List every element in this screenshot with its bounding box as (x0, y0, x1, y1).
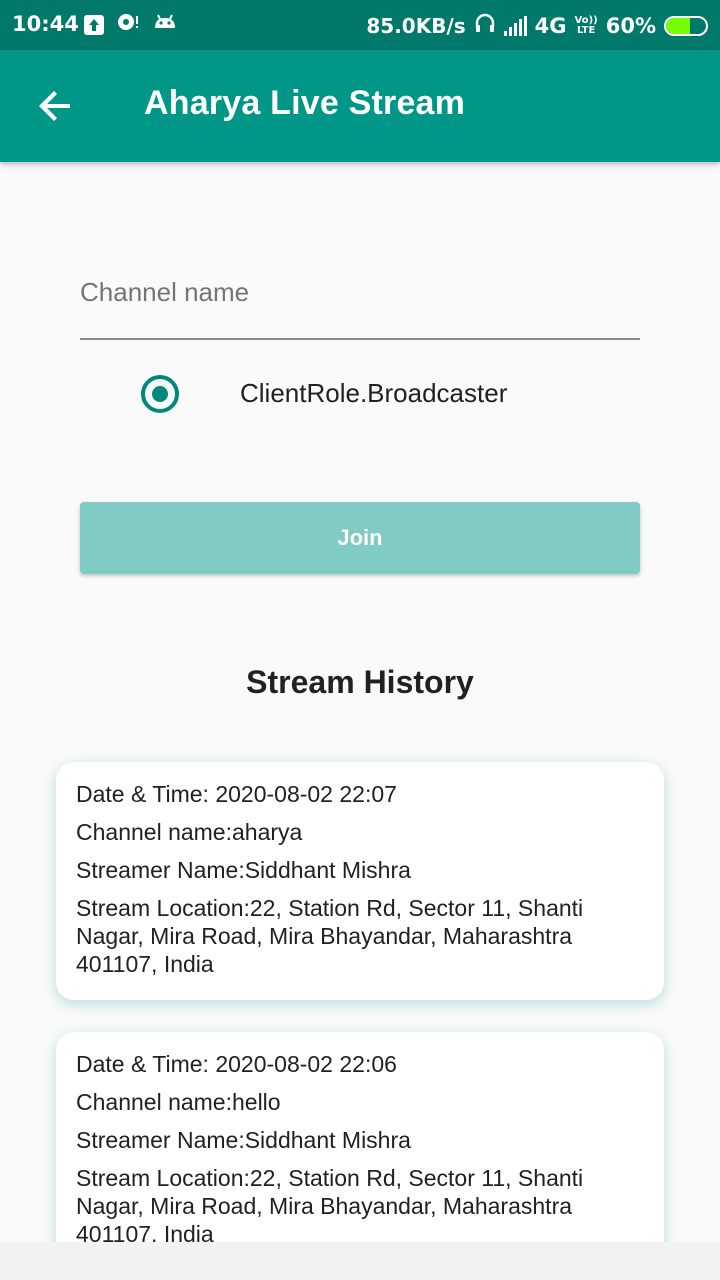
history-channel: Channel name:hello (76, 1089, 281, 1115)
status-right-icons: 85.0KB/s 4G Vo)) LTE 60% (366, 12, 708, 39)
history-streamer: Streamer Name:Siddhant Mishra (76, 857, 411, 883)
volte-indicator: Vo)) LTE (575, 15, 598, 36)
volte-line2: LTE (576, 24, 596, 36)
history-location: Stream Location:22, Station Rd, Sector 1… (76, 1165, 584, 1242)
broadcaster-radio-label[interactable]: ClientRole.Broadcaster (240, 378, 507, 409)
history-card[interactable]: Date & Time: 2020-08-02 22:07 Channel na… (56, 762, 664, 1000)
arrow-back-icon (39, 91, 70, 121)
bottom-strip (0, 1242, 720, 1280)
channel-name-input[interactable] (80, 272, 640, 312)
headphones-icon (474, 12, 496, 39)
back-button[interactable] (28, 78, 84, 134)
page-title: Aharya Live Stream (144, 84, 466, 122)
network-speed: 85.0KB/s (366, 13, 466, 38)
history-location: Stream Location:22, Station Rd, Sector 1… (76, 895, 584, 977)
stream-history-title: Stream History (246, 664, 474, 700)
network-type: 4G (534, 13, 567, 38)
status-bar: 10:44 85.0KB/s 4G Vo)) LTE 60% (0, 0, 720, 50)
battery-fill (666, 17, 690, 34)
app-bar: Aharya Live Stream (0, 50, 720, 162)
role-option-broadcaster: ClientRole.Broadcaster (0, 364, 720, 424)
signal-icon (503, 15, 527, 36)
battery-percent: 60% (605, 13, 656, 38)
notification-icon (116, 12, 140, 37)
android-icon (152, 12, 178, 37)
battery-charging-icon (664, 15, 708, 36)
join-button[interactable]: Join (80, 502, 640, 574)
broadcaster-radio[interactable] (141, 375, 179, 413)
history-card[interactable]: Date & Time: 2020-08-02 22:06 Channel na… (56, 1032, 664, 1242)
radio-selected-dot (152, 386, 168, 402)
history-streamer: Streamer Name:Siddhant Mishra (76, 1127, 411, 1153)
history-channel: Channel name:aharya (76, 819, 303, 845)
status-left-icons (84, 12, 178, 37)
channel-name-field (80, 256, 640, 340)
history-datetime: Date & Time: 2020-08-02 22:07 (76, 781, 397, 807)
status-time: 10:44 (12, 12, 79, 36)
upload-icon (84, 14, 104, 35)
stream-history-list[interactable]: Date & Time: 2020-08-02 22:07 Channel na… (0, 744, 720, 1242)
history-datetime: Date & Time: 2020-08-02 22:06 (76, 1051, 397, 1077)
